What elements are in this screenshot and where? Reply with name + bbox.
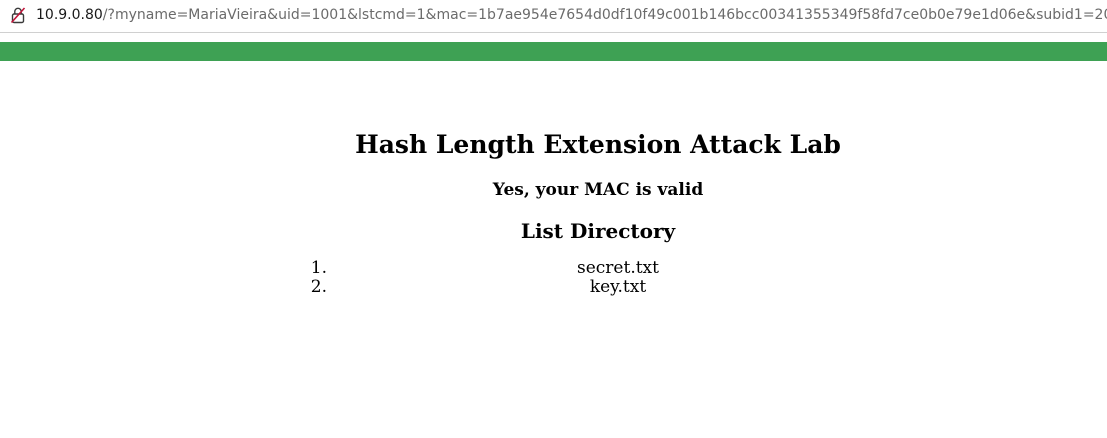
url-host: 10.9.0.80	[36, 7, 103, 23]
list-item-number: 1.	[310, 258, 327, 278]
browser-address-bar[interactable]: 10.9.0.80/?myname=MariaVieira&uid=1001&l…	[0, 0, 1107, 32]
file-name: secret.txt	[577, 258, 659, 278]
section-heading: List Directory	[520, 219, 676, 243]
list-item-number: 2.	[310, 277, 327, 297]
header-band	[0, 42, 1107, 61]
page-title: Hash Length Extension Attack Lab	[355, 130, 841, 159]
mac-status-message: Yes, your MAC is valid	[492, 180, 704, 200]
insecure-lock-icon[interactable]	[10, 6, 26, 24]
directory-list: 1. secret.txt 2. key.txt	[311, 258, 909, 297]
url-text[interactable]: 10.9.0.80/?myname=MariaVieira&uid=1001&l…	[36, 6, 1107, 24]
file-name: key.txt	[589, 277, 647, 297]
toolbar-divider	[0, 32, 1107, 33]
url-path: /?myname=MariaVieira&uid=1001&lstcmd=1&m…	[102, 7, 1107, 23]
list-item: 1. secret.txt	[311, 258, 909, 278]
list-item: 2. key.txt	[311, 277, 909, 297]
